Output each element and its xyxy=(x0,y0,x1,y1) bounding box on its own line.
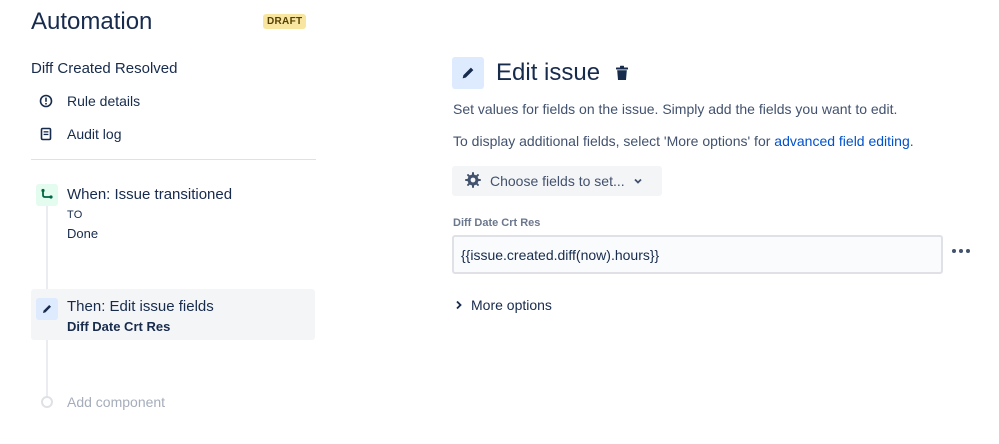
panel-additional-info: To display additional fields, select 'Mo… xyxy=(453,133,914,149)
pencil-icon xyxy=(452,57,484,89)
panel-description: Set values for fields on the issue. Simp… xyxy=(453,101,898,117)
trigger-sub-label: TO xyxy=(67,209,83,221)
gear-icon xyxy=(464,171,482,192)
info-icon xyxy=(38,93,54,109)
nav-rule-details[interactable]: Rule details xyxy=(38,93,140,109)
more-options-label: More options xyxy=(471,297,552,313)
field-label: Diff Date Crt Res xyxy=(453,217,541,229)
chevron-down-icon xyxy=(633,173,643,189)
pencil-icon xyxy=(36,298,58,320)
nav-audit-log[interactable]: Audit log xyxy=(38,126,121,142)
document-icon xyxy=(38,126,54,142)
sidebar-divider xyxy=(31,159,316,160)
branch-icon xyxy=(36,184,58,206)
chevron-right-icon xyxy=(455,297,463,313)
edit-issue-header: Edit issue xyxy=(452,57,632,89)
nav-rule-details-label: Rule details xyxy=(67,93,141,109)
trigger-component[interactable]: When: Issue transitioned TO Done xyxy=(36,184,232,241)
action-component[interactable]: Then: Edit issue fields Diff Date Crt Re… xyxy=(31,289,315,340)
panel-heading: Edit issue xyxy=(496,59,601,86)
choose-fields-button[interactable]: Choose fields to set... xyxy=(452,166,662,196)
nav-audit-log-label: Audit log xyxy=(67,126,122,142)
additional-info-suffix: . xyxy=(909,133,914,149)
trigger-title: When: Issue transitioned xyxy=(67,186,233,203)
advanced-field-editing-link[interactable]: advanced field editing xyxy=(774,133,909,149)
field-value-input[interactable] xyxy=(452,235,943,274)
additional-info-text: To display additional fields, select 'Mo… xyxy=(453,133,775,149)
page-title: Automation xyxy=(31,8,153,35)
more-options-toggle[interactable]: More options xyxy=(455,297,552,313)
rule-name: Diff Created Resolved xyxy=(31,60,178,77)
more-actions-icon[interactable] xyxy=(950,240,972,262)
trash-icon[interactable] xyxy=(612,63,632,83)
add-component-button[interactable]: Add component xyxy=(41,394,165,410)
action-title: Then: Edit issue fields xyxy=(67,298,214,315)
choose-fields-label: Choose fields to set... xyxy=(490,173,625,189)
action-sub: Diff Date Crt Res xyxy=(67,319,171,334)
status-badge: DRAFT xyxy=(263,14,307,29)
add-component-label: Add component xyxy=(67,394,166,410)
trigger-sub-value: Done xyxy=(67,226,99,241)
circle-icon xyxy=(41,396,53,408)
